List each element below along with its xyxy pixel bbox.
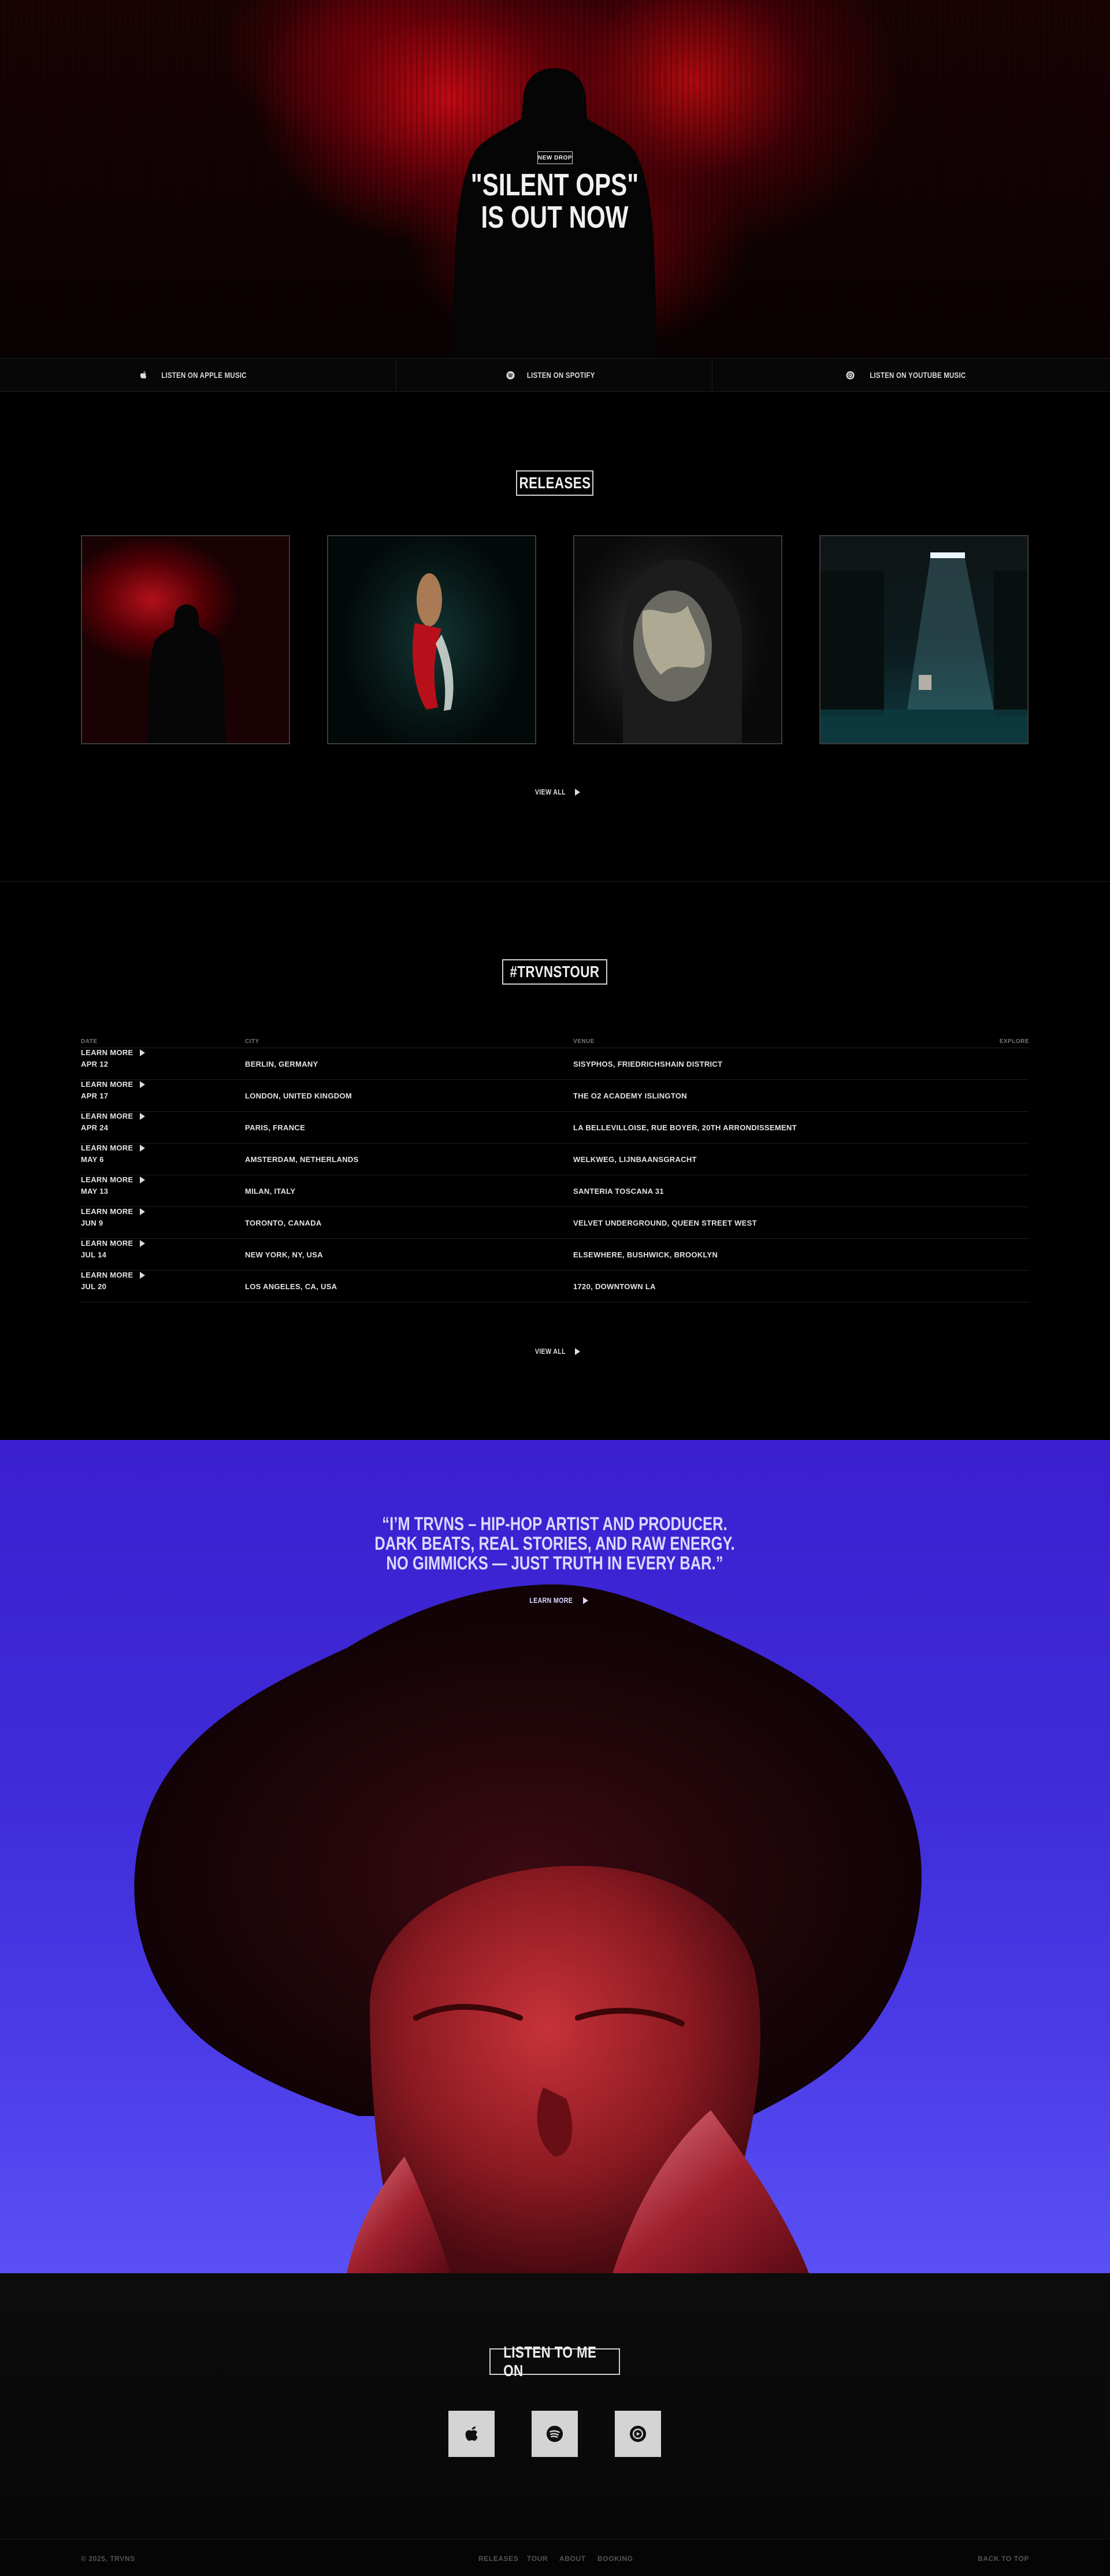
tour-heading: #TRVNSTOUR (502, 959, 607, 985)
releases-section: RELEASES VIEW ALL (0, 392, 1110, 882)
hero-section: NEW DROP "SILENT OPS" IS OUT NOW (0, 0, 1110, 358)
tour-row: APR 12 BERLIN, GERMANY SISYPHOS, FRIEDRICH… (81, 1048, 1029, 1080)
tour-city: PARIS, FRANCE (245, 1123, 306, 1132)
tour-date: JUN 9 (81, 1219, 103, 1227)
tour-venue: SANTERIA TOSCANA 31 (573, 1187, 664, 1196)
apple-icon (465, 2426, 478, 2441)
tour-venue: THE O2 ACADEMY ISLINGTON (573, 1092, 687, 1100)
tour-date: JUL 14 (81, 1250, 107, 1259)
play-arrow-icon (574, 1348, 580, 1355)
apple-music-button[interactable] (448, 2411, 495, 2457)
tour-date: MAY 6 (81, 1155, 104, 1164)
listen-apple-music-link[interactable]: LISTEN ON APPLE MUSIC (0, 359, 396, 391)
play-arrow-icon (140, 1271, 146, 1279)
tour-table-header: DATE CITY VENUE EXPLORE (81, 1037, 1029, 1048)
release-cover-masked-face (623, 559, 742, 743)
tour-city: TORONTO, CANADA (245, 1219, 322, 1227)
new-drop-badge: NEW DROP (537, 151, 573, 164)
release-cover-2[interactable] (327, 535, 536, 744)
tour-row: MAY 6 AMSTERDAM, NETHERLANDS WELKWEG, LIJN… (81, 1144, 1029, 1175)
play-arrow-icon (574, 788, 580, 796)
tour-city: NEW YORK, NY, USA (245, 1250, 323, 1259)
tour-city: LOS ANGELES, CA, USA (245, 1282, 337, 1291)
release-cover-silhouette (147, 604, 226, 743)
play-arrow-icon (140, 1081, 146, 1088)
tour-learn-more-link[interactable]: LEARN MORE (81, 1048, 1029, 1057)
tour-venue: ELSEWHERE, BUSHWICK, BROOKLYN (573, 1250, 718, 1259)
tour-row: JUL 20 LOS ANGELES, CA, USA 1720, DOWNTOWN… (81, 1271, 1029, 1302)
tour-row: MAY 13 MILAN, ITALY SANTERIA TOSCANA 31 LEA… (81, 1175, 1029, 1207)
play-arrow-icon (140, 1049, 146, 1056)
tour-view-all-link[interactable]: VIEW ALL (532, 1347, 580, 1356)
tour-learn-more-link[interactable]: LEARN MORE (81, 1144, 1029, 1152)
play-arrow-icon (583, 1597, 589, 1604)
copyright-text: © 2025, TRVNS (81, 2555, 135, 2563)
tour-city: MILAN, ITALY (245, 1187, 296, 1196)
tour-section: #TRVNSTOUR DATE CITY VENUE EXPLORE APR 1… (0, 882, 1110, 1440)
release-cover-empty-room (821, 552, 1027, 743)
footer-link-booking[interactable]: BOOKING (597, 2555, 633, 2563)
youtube-music-icon (629, 2425, 647, 2443)
tour-date: APR 12 (81, 1060, 109, 1068)
tour-row: APR 17 LONDON, UNITED KINGDOM THE O2 ACADE… (81, 1080, 1029, 1112)
release-cover-underwater-figure (413, 573, 454, 711)
tour-learn-more-link[interactable]: LEARN MORE (81, 1112, 1029, 1120)
play-arrow-icon (140, 1239, 146, 1247)
youtube-music-icon (846, 370, 855, 380)
youtube-music-button[interactable] (615, 2411, 661, 2457)
tour-venue: VELVET UNDERGROUND, QUEEN STREET WEST (573, 1219, 757, 1227)
tour-venue: 1720, DOWNTOWN LA (573, 1282, 656, 1291)
tour-row: JUL 14 NEW YORK, NY, USA ELSEWHERE, BUSHWI… (81, 1239, 1029, 1271)
footer-link-releases[interactable]: RELEASES (478, 2555, 518, 2563)
listen-youtube-music-link[interactable]: LISTEN ON YOUTUBE MUSIC (712, 359, 1110, 391)
tour-learn-more-link[interactable]: LEARN MORE (81, 1239, 1029, 1248)
hero-title: "SILENT OPS" IS OUT NOW (470, 168, 639, 235)
tour-venue: WELKWEG, LIJNBAANSGRACHT (573, 1155, 697, 1164)
footer-link-about[interactable]: ABOUT (559, 2555, 586, 2563)
tour-venue: SISYPHOS, FRIEDRICHSHAIN DISTRICT (573, 1060, 723, 1068)
release-cover-3[interactable] (573, 535, 782, 744)
tour-learn-more-link[interactable]: LEARN MORE (81, 1271, 1029, 1279)
play-arrow-icon (140, 1112, 146, 1120)
tour-city: BERLIN, GERMANY (245, 1060, 318, 1068)
tour-date: APR 24 (81, 1123, 109, 1132)
tour-date: MAY 13 (81, 1187, 109, 1196)
about-section: “I’M TRVNS – HIP-HOP ARTIST AND PRODUCER… (0, 1440, 1110, 2273)
tour-city: LONDON, UNITED KINGDOM (245, 1092, 352, 1100)
tour-city: AMSTERDAM, NETHERLANDS (245, 1155, 359, 1164)
spotify-icon (506, 370, 515, 380)
footer-link-tour[interactable]: TOUR (527, 2555, 548, 2563)
listen-section: LISTEN TO ME ON (0, 2273, 1110, 2539)
tour-row: APR 24 PARIS, FRANCE LA BELLEVILLOISE, RUE… (81, 1112, 1029, 1144)
artist-quote: “I’M TRVNS – HIP-HOP ARTIST AND PRODUCER… (374, 1513, 735, 1573)
tour-learn-more-link[interactable]: LEARN MORE (81, 1080, 1029, 1089)
apple-icon (140, 371, 147, 378)
play-arrow-icon (140, 1208, 146, 1215)
releases-view-all-link[interactable]: VIEW ALL (532, 788, 580, 796)
tour-learn-more-link[interactable]: LEARN MORE (81, 1207, 1029, 1216)
about-learn-more-link[interactable]: LEARN MORE (525, 1596, 589, 1605)
tour-learn-more-link[interactable]: LEARN MORE (81, 1175, 1029, 1184)
listen-spotify-link[interactable]: LISTEN ON SPOTIFY (396, 359, 712, 391)
tour-date: JUL 20 (81, 1282, 107, 1291)
listen-heading: LISTEN TO ME ON (489, 2343, 620, 2380)
releases-heading: RELEASES (516, 470, 593, 496)
spotify-icon (546, 2425, 563, 2443)
site-footer: © 2025, TRVNS RELEASES TOUR ABOUT BOOKIN… (0, 2539, 1110, 2576)
play-arrow-icon (140, 1176, 146, 1183)
tour-row: JUN 9 TORONTO, CANADA VELVET UNDERGROUND, … (81, 1207, 1029, 1239)
listen-on-bar: LISTEN ON APPLE MUSIC LISTEN ON SPOTIFY … (0, 358, 1110, 392)
spotify-button[interactable] (532, 2411, 578, 2457)
tour-date: APR 17 (81, 1092, 109, 1100)
play-arrow-icon (140, 1144, 146, 1152)
tour-venue: LA BELLEVILLOISE, RUE BOYER, 20TH ARROND… (573, 1123, 797, 1132)
release-cover-4[interactable] (819, 535, 1029, 744)
release-cover-1[interactable] (81, 535, 290, 744)
back-to-top-link[interactable]: BACK TO TOP (978, 2555, 1029, 2563)
